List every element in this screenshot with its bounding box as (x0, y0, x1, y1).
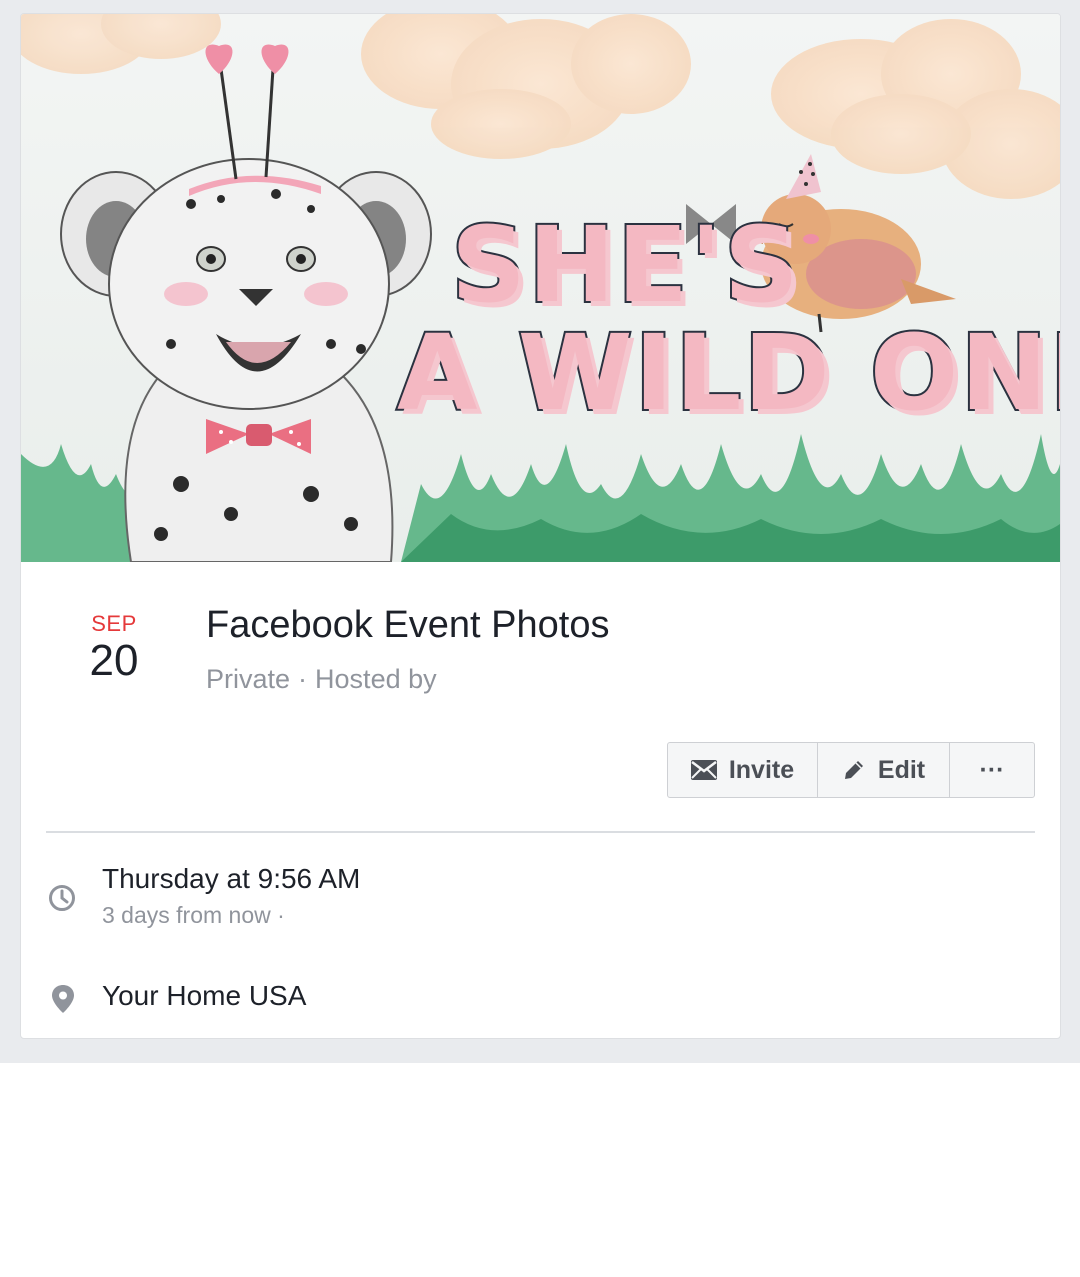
edit-label: Edit (877, 755, 926, 784)
map-pin-icon (51, 984, 75, 1019)
cover-illustration (21, 14, 1060, 562)
clock-icon (48, 884, 76, 917)
event-time: Thursday at 9:56 AM (102, 863, 361, 894)
more-options-button[interactable]: ··· (950, 743, 1034, 797)
more-options-label: ··· (979, 755, 1005, 784)
hosted-by-label: Hosted by (315, 664, 437, 694)
privacy-label: Private (206, 664, 291, 694)
event-title[interactable]: Facebook Event Photos (206, 604, 609, 647)
invite-button[interactable]: Invite (668, 743, 818, 797)
event-month: SEP (91, 611, 137, 636)
event-actions: Invite Edit ··· (667, 742, 1035, 798)
event-card: SHE'S A WILD ONE SEP 20 Facebook Event P… (20, 13, 1061, 1039)
meta-separator: · (298, 664, 308, 694)
pencil-icon (842, 758, 866, 782)
envelope-icon (690, 760, 717, 780)
invite-label: Invite (728, 755, 795, 784)
edit-button[interactable]: Edit (818, 743, 950, 797)
event-date: SEP 20 (67, 611, 161, 685)
event-day: 20 (89, 636, 139, 685)
event-meta: Private · Hosted by (206, 664, 437, 695)
section-divider (46, 831, 1035, 833)
event-location[interactable]: Your Home USA (102, 980, 306, 1012)
cover-photo[interactable]: SHE'S A WILD ONE (21, 14, 1060, 562)
event-time-relative: 3 days from now · (102, 902, 285, 928)
